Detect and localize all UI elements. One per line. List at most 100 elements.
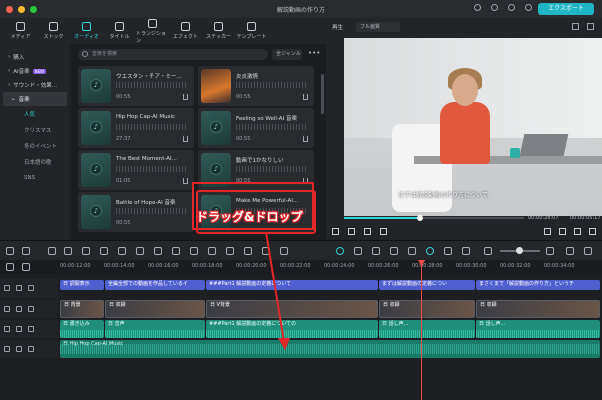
sidebar-item-ai-music[interactable]: › AI音楽 NEW [0,64,70,78]
account-icon[interactable] [474,4,481,11]
text-clip[interactable]: まずは解説動画の定義につい [379,280,475,290]
tab-title[interactable]: タイトル [103,18,136,44]
link-icon[interactable] [22,263,30,271]
crop-icon[interactable] [136,247,144,255]
zoom-out-icon[interactable] [484,247,492,255]
audio-clip[interactable]: 日 話し声... [476,320,600,338]
fullscreen-icon[interactable] [587,23,594,30]
text-clip[interactable]: ###Part1 解説動画の定義について [206,280,378,290]
export-button[interactable]: エクスポート [538,3,594,15]
grid-view-icon[interactable] [566,247,574,255]
headphones-icon[interactable] [508,4,515,11]
tab-effect[interactable]: エフェクト [169,18,202,44]
sidebar-subitem-sns[interactable]: SNS [0,170,70,186]
volume-icon[interactable] [574,228,581,235]
sidebar-subitem-japanese[interactable]: 日本語の歌 [0,154,70,170]
sidebar-subitem-christmas[interactable]: クリスマス [0,122,70,138]
layout-icon[interactable] [6,247,14,255]
music-card[interactable]: 炎炎激情 00:55 [198,66,314,106]
playhead[interactable] [421,260,422,400]
sidebar-item-purchased[interactable]: › 購入 [0,50,70,64]
download-icon[interactable] [183,178,188,184]
video-clip[interactable]: 日 収録 [105,300,205,318]
settings-icon[interactable] [525,4,532,11]
sidebar-item-sound-effects[interactable]: › サウンド・効果... [0,78,70,92]
audio-edit-icon[interactable] [118,247,126,255]
shield-icon[interactable] [354,247,362,255]
play-icon[interactable] [364,228,371,235]
more-options-icon[interactable]: ••• [308,49,320,57]
music-card[interactable]: ♪ Feeling so Well-AI 音楽 00:55 [198,108,314,148]
voice-icon[interactable] [426,247,434,255]
music-clip[interactable]: 日 Hip Hop Cap-AI Music [60,340,600,358]
prev-frame-icon[interactable] [332,228,339,235]
more-tools-icon[interactable] [280,247,288,255]
music-card[interactable]: ♪ Battle of Hope-AI 音楽 00:55 [78,192,194,232]
mark-in-icon[interactable] [544,228,551,235]
color-icon[interactable] [190,247,198,255]
sidebar-item-music[interactable]: ⌄ 音楽 [3,92,67,106]
video-clip[interactable]: 日 収録 [476,300,600,318]
music-card[interactable]: ♪ ウエスタン・チア・ミー... 00:55 [78,66,194,106]
ai-tool-icon[interactable] [336,247,344,255]
audio-clip[interactable]: 日 書き込み [60,320,104,338]
redo-icon[interactable] [64,247,72,255]
library-scrollbar[interactable] [321,74,324,114]
add-track-icon[interactable] [6,263,14,271]
eye-icon[interactable] [28,306,34,312]
mask-icon[interactable] [262,247,270,255]
text-clip[interactable]: まさくまで「解説動画の作り方」というチ [476,280,600,290]
record-icon[interactable] [390,247,398,255]
music-card[interactable]: ♪ Hip Hop Cap-AI Music 27:37 [78,108,194,148]
quality-dropdown[interactable]: フル画質 [356,22,400,32]
image-icon[interactable] [572,23,579,30]
audio-clip[interactable]: 日 音声 [105,320,205,338]
video-clip[interactable]: 日 背景 [60,300,104,318]
tab-audio[interactable]: オーディオ [70,18,103,44]
select-icon[interactable] [22,247,30,255]
snapshot-icon[interactable] [559,228,566,235]
search-input[interactable]: 音楽を検索 [78,49,268,60]
lock-icon[interactable] [16,306,22,312]
transform-icon[interactable] [226,247,234,255]
video-clip[interactable]: 日 V背景 [206,300,378,318]
tab-media[interactable]: メディア [4,18,37,44]
download-icon[interactable] [303,94,308,100]
lock-icon[interactable] [16,326,22,332]
timeline-settings-icon[interactable] [584,247,592,255]
sun-icon[interactable] [372,247,380,255]
zoom-slider-handle[interactable] [516,247,523,254]
timeline-ruler[interactable]: 00:00:12:00 00:00:14:00 00:00:16:00 00:0… [0,260,602,274]
tab-stock[interactable]: ストック [37,18,70,44]
tab-template[interactable]: テンプレート [235,18,268,44]
text-clip[interactable]: 全編全部での動画を作品しているイ [105,280,205,290]
lock-icon[interactable] [16,285,22,291]
genre-filter-dropdown[interactable]: 全ジャンル [272,49,302,60]
lock-icon[interactable] [16,346,22,352]
grid-icon[interactable] [244,247,252,255]
undo-icon[interactable] [48,247,56,255]
delete-icon[interactable] [82,247,90,255]
stop-icon[interactable] [380,228,387,235]
keyframe-icon[interactable] [208,247,216,255]
cloud-icon[interactable] [491,4,498,11]
tab-sticker[interactable]: ステッカー [202,18,235,44]
tab-transition[interactable]: トランジション [136,18,169,44]
zoom-in-icon[interactable] [546,247,554,255]
speaker-icon[interactable] [28,326,34,332]
expand-icon[interactable] [589,228,596,235]
text-clip[interactable]: 日 調開表示 [60,280,104,290]
sidebar-subitem-winter[interactable]: 冬のイベント [0,138,70,154]
download-icon[interactable] [303,136,308,142]
audio-clip[interactable]: 日 話し声... [379,320,475,338]
sidebar-subitem-popular[interactable]: 人気 [0,106,70,122]
eye-icon[interactable] [28,285,34,291]
mic-icon[interactable] [408,247,416,255]
step-back-icon[interactable] [348,228,355,235]
video-clip[interactable]: 日 収録 [379,300,475,318]
speed-icon[interactable] [172,247,180,255]
speaker-icon[interactable] [28,346,34,352]
split-icon[interactable] [100,247,108,255]
progress-handle[interactable] [416,215,423,221]
text-tool-icon[interactable] [154,247,162,255]
